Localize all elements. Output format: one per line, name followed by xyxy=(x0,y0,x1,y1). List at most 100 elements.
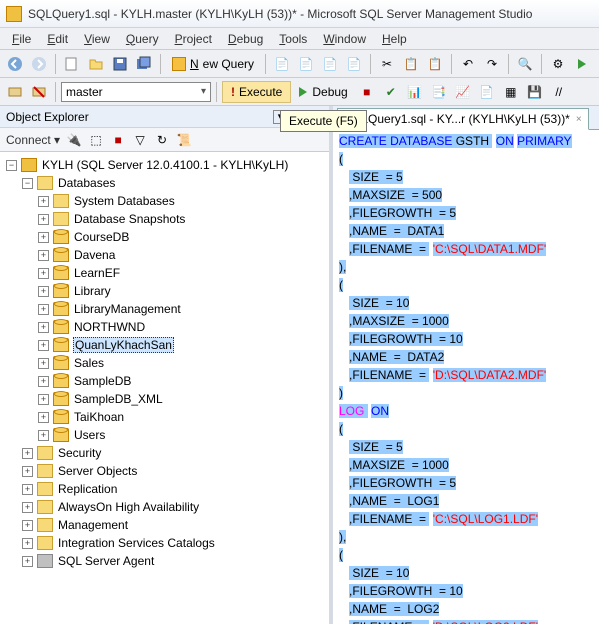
tree-db-node[interactable]: +SampleDB_XML xyxy=(2,390,327,408)
menu-file[interactable]: File xyxy=(6,30,37,48)
change-connection-button[interactable] xyxy=(4,81,26,103)
refresh-icon[interactable]: ↻ xyxy=(154,132,170,148)
expand-icon[interactable]: + xyxy=(38,286,49,297)
connect-dropdown[interactable]: Connect ▾ xyxy=(6,133,60,147)
tree-db-node[interactable]: +Sales xyxy=(2,354,327,372)
close-icon[interactable]: × xyxy=(576,114,582,125)
save-all-button[interactable] xyxy=(133,53,155,75)
menu-edit[interactable]: Edit xyxy=(41,30,74,48)
editor-tab[interactable]: SQLQuery1.sql - KY...r (KYLH\KyLH (53))*… xyxy=(337,108,589,130)
expand-icon[interactable]: + xyxy=(38,214,49,225)
menu-project[interactable]: Project xyxy=(169,30,218,48)
expand-icon[interactable]: + xyxy=(22,466,33,477)
expand-icon[interactable]: + xyxy=(38,394,49,405)
back-button[interactable] xyxy=(4,53,26,75)
stop-icon[interactable]: ■ xyxy=(110,132,126,148)
tree-server-node[interactable]: − KYLH (SQL Server 12.0.4100.1 - KYLH\Ky… xyxy=(2,156,327,174)
expand-icon[interactable]: + xyxy=(22,538,33,549)
object-explorer-tree[interactable]: − KYLH (SQL Server 12.0.4100.1 - KYLH\Ky… xyxy=(0,152,329,624)
script-icon[interactable]: 📜 xyxy=(176,132,192,148)
tree-db-node[interactable]: +Database Snapshots xyxy=(2,210,327,228)
expand-icon[interactable]: + xyxy=(22,502,33,513)
new-query-button[interactable]: New Query xyxy=(166,53,260,75)
tree-db-node[interactable]: +CourseDB xyxy=(2,228,327,246)
menu-help[interactable]: Help xyxy=(376,30,413,48)
redo-button[interactable]: ↷ xyxy=(481,53,503,75)
xmla-icon[interactable]: 📄 xyxy=(343,53,365,75)
tree-db-node[interactable]: +Library xyxy=(2,282,327,300)
expand-icon[interactable]: + xyxy=(38,358,49,369)
undo-button[interactable]: ↶ xyxy=(457,53,479,75)
find-button[interactable]: 🔍 xyxy=(514,53,536,75)
tree-db-node[interactable]: +Davena xyxy=(2,246,327,264)
tools-button[interactable]: ⚙ xyxy=(547,53,569,75)
collapse-icon[interactable]: − xyxy=(6,160,17,171)
menu-debug[interactable]: Debug xyxy=(222,30,269,48)
tree-folder-node[interactable]: +Security xyxy=(2,444,327,462)
copy-button[interactable]: 📋 xyxy=(400,53,422,75)
tree-db-node[interactable]: +LearnEF xyxy=(2,264,327,282)
disconnect-button[interactable] xyxy=(28,81,50,103)
cut-button[interactable]: ✂ xyxy=(376,53,398,75)
expand-icon[interactable]: + xyxy=(38,376,49,387)
filter-icon[interactable]: ▽ xyxy=(132,132,148,148)
include-plan-button[interactable]: 📑 xyxy=(428,81,450,103)
expand-icon[interactable]: + xyxy=(38,268,49,279)
menu-tools[interactable]: Tools xyxy=(273,30,313,48)
paste-button[interactable]: 📋 xyxy=(424,53,446,75)
tree-db-node[interactable]: +SampleDB xyxy=(2,372,327,390)
sql-editor[interactable]: CREATE DATABASE GSTH ON PRIMARY( SIZE = … xyxy=(333,130,599,624)
open-button[interactable] xyxy=(85,53,107,75)
results-file-button[interactable]: 💾 xyxy=(524,81,546,103)
expand-icon[interactable]: + xyxy=(38,340,49,351)
connect-icon[interactable]: 🔌 xyxy=(66,132,82,148)
disconnect-icon[interactable]: ⬚ xyxy=(88,132,104,148)
debug-button[interactable]: Debug xyxy=(293,81,353,103)
menu-view[interactable]: View xyxy=(78,30,116,48)
stats-button[interactable]: 📈 xyxy=(452,81,474,103)
tree-folder-node[interactable]: +Integration Services Catalogs xyxy=(2,534,327,552)
tree-db-node[interactable]: +TaiKhoan xyxy=(2,408,327,426)
tree-folder-node[interactable]: +AlwaysOn High Availability xyxy=(2,498,327,516)
de-icon[interactable]: 📄 xyxy=(271,53,293,75)
dmx-icon[interactable]: 📄 xyxy=(319,53,341,75)
expand-icon[interactable]: + xyxy=(38,232,49,243)
parse-button[interactable]: ✔ xyxy=(380,81,402,103)
tree-folder-node[interactable]: +Replication xyxy=(2,480,327,498)
tree-sql-agent-node[interactable]: + SQL Server Agent xyxy=(2,552,327,570)
execute-button[interactable]: ! Execute xyxy=(222,81,291,103)
tree-db-node[interactable]: +NORTHWND xyxy=(2,318,327,336)
tree-db-node[interactable]: +System Databases xyxy=(2,192,327,210)
tree-folder-node[interactable]: + Management xyxy=(2,516,327,534)
tree-db-node[interactable]: +Users xyxy=(2,426,327,444)
expand-icon[interactable]: + xyxy=(38,412,49,423)
expand-icon[interactable]: + xyxy=(22,448,33,459)
expand-icon[interactable]: + xyxy=(22,556,33,567)
expand-icon[interactable]: + xyxy=(38,430,49,441)
expand-icon[interactable]: + xyxy=(38,250,49,261)
results-text-button[interactable]: 📄 xyxy=(476,81,498,103)
tree-folder-node[interactable]: +Server Objects xyxy=(2,462,327,480)
new-project-button[interactable] xyxy=(61,53,83,75)
tree-databases-node[interactable]: − Databases xyxy=(2,174,327,192)
mdx-icon[interactable]: 📄 xyxy=(295,53,317,75)
menu-query[interactable]: Query xyxy=(120,30,165,48)
forward-button[interactable] xyxy=(28,53,50,75)
tree-node-label: Management xyxy=(57,518,129,532)
expand-icon[interactable]: + xyxy=(38,322,49,333)
collapse-icon[interactable]: − xyxy=(22,178,33,189)
stop-button[interactable]: ■ xyxy=(356,81,378,103)
save-button[interactable] xyxy=(109,53,131,75)
expand-icon[interactable]: + xyxy=(38,304,49,315)
results-grid-button[interactable]: ▦ xyxy=(500,81,522,103)
menu-window[interactable]: Window xyxy=(317,30,372,48)
tree-db-node[interactable]: +QuanLyKhachSan xyxy=(2,336,327,354)
expand-icon[interactable]: + xyxy=(38,196,49,207)
database-selector[interactable]: master ▾ xyxy=(61,82,211,102)
display-plan-button[interactable]: 📊 xyxy=(404,81,426,103)
expand-icon[interactable]: + xyxy=(22,520,33,531)
start-button[interactable] xyxy=(571,53,593,75)
comment-button[interactable]: // xyxy=(548,81,570,103)
tree-db-node[interactable]: +LibraryManagement xyxy=(2,300,327,318)
expand-icon[interactable]: + xyxy=(22,484,33,495)
